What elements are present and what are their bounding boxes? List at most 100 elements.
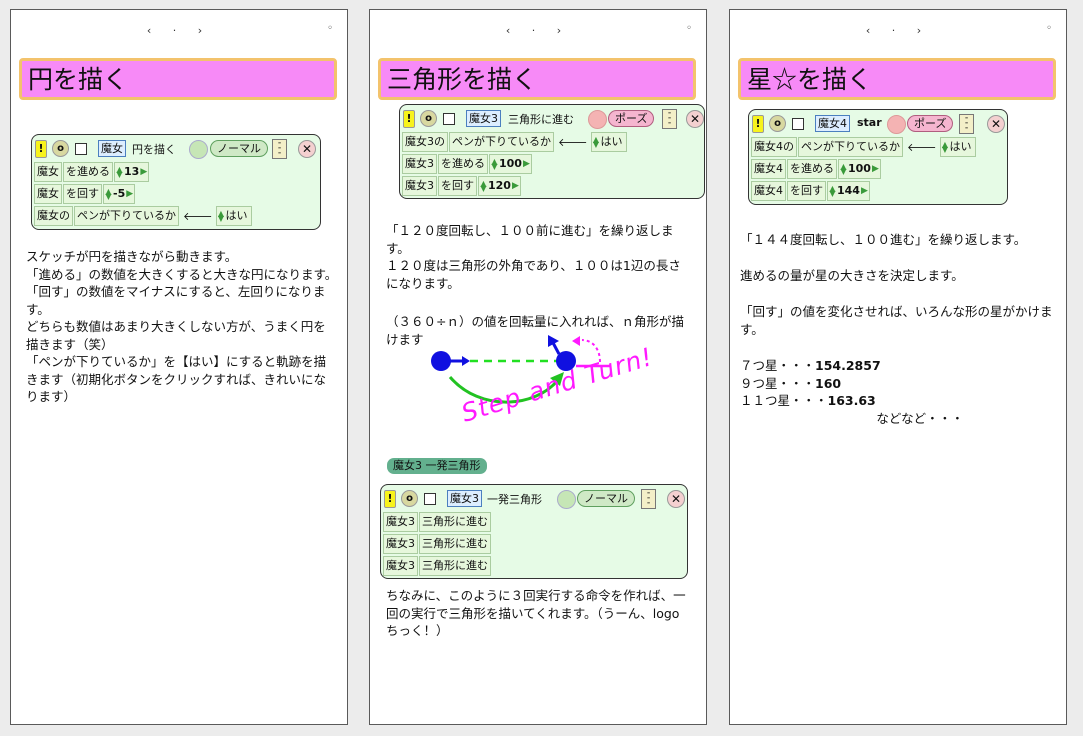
- page-nav[interactable]: ‹ · ›: [730, 24, 1066, 37]
- value-stepper[interactable]: ▲ ▼ 144 ▶: [827, 181, 870, 201]
- script-one-shot-triangle[interactable]: ! o 魔女3 一発三角形 ノーマル ≡ ≡ ≡ ✕ 魔女3 三角形に進む 魔女3 …: [380, 484, 688, 579]
- row-object[interactable]: 魔女: [34, 162, 62, 182]
- row-object[interactable]: 魔女4: [751, 181, 786, 201]
- stepper-arrows-icon[interactable]: ▲ ▼: [839, 163, 848, 176]
- script-name[interactable]: star: [857, 116, 882, 129]
- row-command[interactable]: 三角形に進む: [419, 556, 491, 576]
- value-stepper[interactable]: ▲ ▼ はい: [215, 206, 252, 226]
- value-stepper[interactable]: ▲ ▼ はい: [590, 132, 627, 152]
- star-label: １１つ星・・・: [740, 393, 828, 408]
- script-name[interactable]: 一発三角形: [487, 491, 542, 507]
- script-star[interactable]: ! o 魔女4 star ポーズ ≡ ≡ ≡ ✕ 魔女4の ペンが下りているか 🡐 …: [748, 109, 1008, 205]
- note-icon[interactable]: ≡ ≡ ≡: [272, 139, 287, 159]
- stepper-arrows-icon[interactable]: ▲ ▼: [828, 185, 837, 198]
- page-star: ‹ · › ◦ 星☆を描く ! o 魔女4 star ポーズ ≡ ≡ ≡ ✕ 魔女4…: [729, 9, 1067, 725]
- script-checkbox[interactable]: [443, 113, 455, 125]
- row-object[interactable]: 魔女3: [383, 534, 418, 554]
- exclamation-icon[interactable]: !: [752, 115, 764, 133]
- row-command[interactable]: を回す: [787, 181, 826, 201]
- exclamation-icon[interactable]: !: [384, 490, 396, 508]
- script-checkbox[interactable]: [75, 143, 87, 155]
- value-stepper[interactable]: ▲ ▼ はい: [939, 137, 976, 157]
- row-command[interactable]: を進める: [787, 159, 837, 179]
- row-object[interactable]: 魔女: [34, 184, 62, 204]
- page-triangle: ‹ · › ◦ 三角形を描く ! o 魔女3 三角形に進む ポーズ ≡ ≡ ≡ ✕ …: [369, 9, 707, 725]
- row-object[interactable]: 魔女4: [751, 159, 786, 179]
- script-name[interactable]: 円を描く: [132, 141, 176, 157]
- page-nav[interactable]: ‹ · ›: [370, 24, 706, 37]
- triangle-right-icon[interactable]: ▶: [512, 177, 519, 195]
- triangle-right-icon[interactable]: ▶: [523, 155, 530, 173]
- stepper-arrows-icon[interactable]: ▲ ▼: [104, 188, 113, 201]
- stepper-arrows-icon[interactable]: ▲ ▼: [592, 136, 601, 149]
- triangle-right-icon[interactable]: ▶: [126, 185, 133, 203]
- row-command[interactable]: を回す: [63, 184, 102, 204]
- object-chip[interactable]: 魔女: [98, 140, 126, 157]
- mode-button[interactable]: ノーマル: [210, 140, 268, 157]
- row-object[interactable]: 魔女3: [402, 154, 437, 174]
- page-nav[interactable]: ‹ · ›: [11, 24, 347, 37]
- row-object[interactable]: 魔女3: [383, 556, 418, 576]
- close-icon[interactable]: ✕: [987, 115, 1005, 133]
- value-stepper[interactable]: ▲ ▼ 120 ▶: [478, 176, 521, 196]
- triangle-right-icon[interactable]: ▶: [872, 160, 879, 178]
- script-name[interactable]: 三角形に進む: [508, 111, 574, 127]
- clock-icon[interactable]: [557, 490, 576, 509]
- mode-button[interactable]: ポーズ: [608, 110, 655, 127]
- page-menu-dot[interactable]: ◦: [1046, 23, 1052, 34]
- script-row: 魔女3の ペンが下りているか 🡐 ▲ ▼ はい: [400, 131, 704, 153]
- close-icon[interactable]: ✕: [298, 140, 316, 158]
- row-command[interactable]: を進める: [438, 154, 488, 174]
- row-command[interactable]: 三角形に進む: [419, 534, 491, 554]
- row-command[interactable]: を回す: [438, 176, 477, 196]
- script-checkbox[interactable]: [424, 493, 436, 505]
- stepper-arrows-icon[interactable]: ▲ ▼: [490, 158, 499, 171]
- run-once-icon[interactable]: o: [52, 140, 69, 157]
- note-icon[interactable]: ≡ ≡ ≡: [959, 114, 974, 134]
- paragraph: 「進める」の数値を大きくすると大きな円になります。: [26, 266, 338, 282]
- triangle-right-icon[interactable]: ▶: [861, 182, 868, 200]
- row-object[interactable]: 魔女3の: [402, 132, 448, 152]
- triangle-right-icon[interactable]: ▶: [140, 163, 147, 181]
- run-once-icon[interactable]: o: [420, 110, 437, 127]
- close-icon[interactable]: ✕: [686, 110, 704, 128]
- row-command[interactable]: を進める: [63, 162, 113, 182]
- value-stepper[interactable]: ▲ ▼ 13 ▶: [114, 162, 150, 182]
- stepper-arrows-icon[interactable]: ▲ ▼: [115, 166, 124, 179]
- exclamation-icon[interactable]: !: [35, 140, 47, 158]
- exclamation-icon[interactable]: !: [403, 110, 415, 128]
- page-menu-dot[interactable]: ◦: [686, 23, 692, 34]
- value-stepper[interactable]: ▲ ▼ 100 ▶: [838, 159, 881, 179]
- stepper-arrows-icon[interactable]: ▲ ▼: [217, 210, 226, 223]
- script-tile[interactable]: 魔女3 一発三角形: [387, 458, 487, 474]
- clock-icon[interactable]: [189, 140, 208, 159]
- row-object[interactable]: 魔女3: [402, 176, 437, 196]
- page-menu-dot[interactable]: ◦: [327, 23, 333, 34]
- script-circle[interactable]: ! o 魔女 円を描く ノーマル ≡ ≡ ≡ ✕ 魔女 を進める ▲ ▼ 13 ▶ 魔女 …: [31, 134, 321, 230]
- run-once-icon[interactable]: o: [769, 115, 786, 132]
- mode-button[interactable]: ノーマル: [577, 490, 635, 507]
- row-command[interactable]: ペンが下りているか: [798, 137, 903, 157]
- script-checkbox[interactable]: [792, 118, 804, 130]
- clock-icon[interactable]: [588, 110, 607, 129]
- object-chip[interactable]: 魔女3: [466, 110, 501, 127]
- row-command[interactable]: 三角形に進む: [419, 512, 491, 532]
- row-object[interactable]: 魔女の: [34, 206, 73, 226]
- note-icon[interactable]: ≡ ≡ ≡: [662, 109, 677, 129]
- note-icon[interactable]: ≡ ≡ ≡: [641, 489, 656, 509]
- close-icon[interactable]: ✕: [667, 490, 685, 508]
- script-triangle[interactable]: ! o 魔女3 三角形に進む ポーズ ≡ ≡ ≡ ✕ 魔女3の ペンが下りているか …: [399, 104, 705, 199]
- value-stepper[interactable]: ▲ ▼ -5 ▶: [103, 184, 136, 204]
- object-chip[interactable]: 魔女4: [815, 115, 850, 132]
- run-once-icon[interactable]: o: [401, 490, 418, 507]
- object-chip[interactable]: 魔女3: [447, 490, 482, 507]
- stepper-arrows-icon[interactable]: ▲ ▼: [941, 141, 950, 154]
- clock-icon[interactable]: [887, 115, 906, 134]
- row-command[interactable]: ペンが下りているか: [449, 132, 554, 152]
- row-object[interactable]: 魔女3: [383, 512, 418, 532]
- row-object[interactable]: 魔女4の: [751, 137, 797, 157]
- mode-button[interactable]: ポーズ: [907, 115, 954, 132]
- value-stepper[interactable]: ▲ ▼ 100 ▶: [489, 154, 532, 174]
- stepper-arrows-icon[interactable]: ▲ ▼: [479, 180, 488, 193]
- row-command[interactable]: ペンが下りているか: [74, 206, 179, 226]
